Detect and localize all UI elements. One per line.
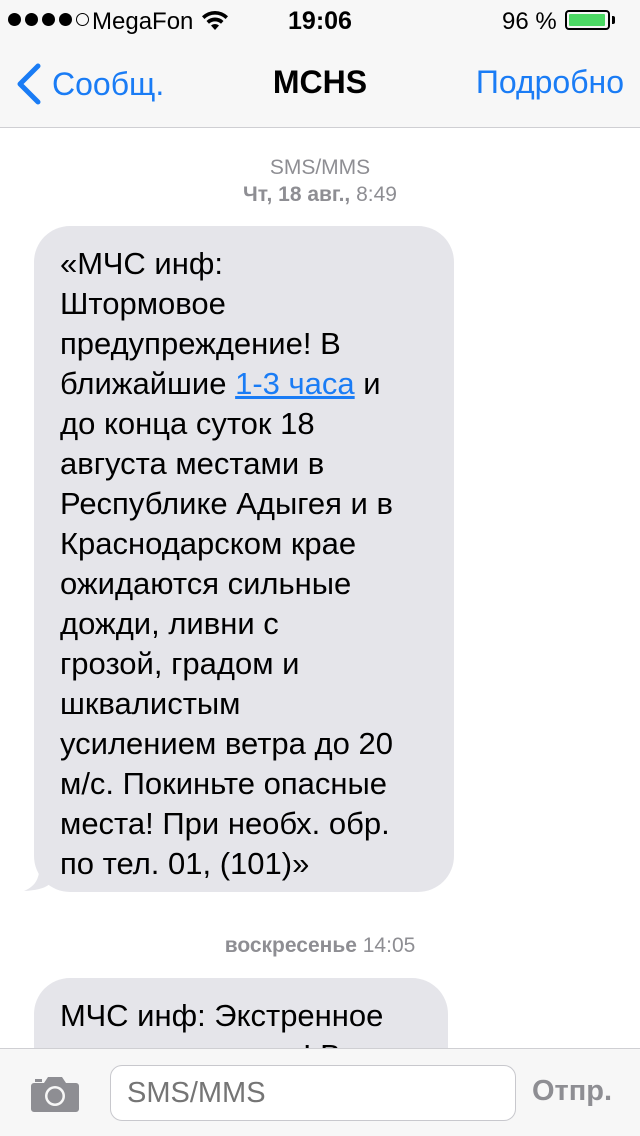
battery-fill — [569, 14, 605, 26]
status-bar: MegaFon 19:06 96 % — [0, 0, 640, 40]
message-text-continued: и до конца суток 18 августа местами в Ре… — [60, 366, 393, 881]
timestamp: Чт, 18 авг., 8:49 — [0, 183, 640, 207]
battery-tip — [612, 16, 615, 24]
compose-bar: Отпр. — [0, 1048, 640, 1136]
timestamp: воскресенье 14:05 — [0, 934, 640, 958]
message-bubble[interactable]: МЧС инф: Экстренное предупреждение! В — [34, 978, 448, 1048]
timestamp-time: 14:05 — [356, 934, 416, 957]
message-type-label: SMS/MMS — [269, 156, 371, 179]
battery-icon — [565, 10, 610, 30]
timestamp-time: 8:49 — [350, 183, 397, 206]
timestamp-day: Чт, 18 авг., — [243, 183, 351, 206]
message-thread[interactable]: SMS/MMS Чт, 18 авг., 8:49 «МЧС инф: Штор… — [0, 128, 640, 1048]
camera-icon[interactable] — [30, 1073, 80, 1113]
back-button-label: Сообщ. — [52, 65, 165, 102]
details-button[interactable]: Подробно — [476, 64, 624, 101]
send-button[interactable]: Отпр. — [532, 1075, 612, 1108]
back-button[interactable]: Сообщ. — [14, 60, 164, 108]
battery-percent: 96 % — [502, 8, 557, 35]
message-input[interactable] — [110, 1065, 516, 1121]
message-bubble[interactable]: «МЧС инф: Штормовое предупреждение! В бл… — [34, 226, 454, 892]
back-chevron-icon — [17, 63, 41, 105]
message-link[interactable]: 1-3 часа — [235, 366, 355, 401]
navigation-bar: Сообщ. MCHS Подробно — [0, 40, 640, 128]
timestamp-day: воскресенье — [224, 934, 357, 957]
